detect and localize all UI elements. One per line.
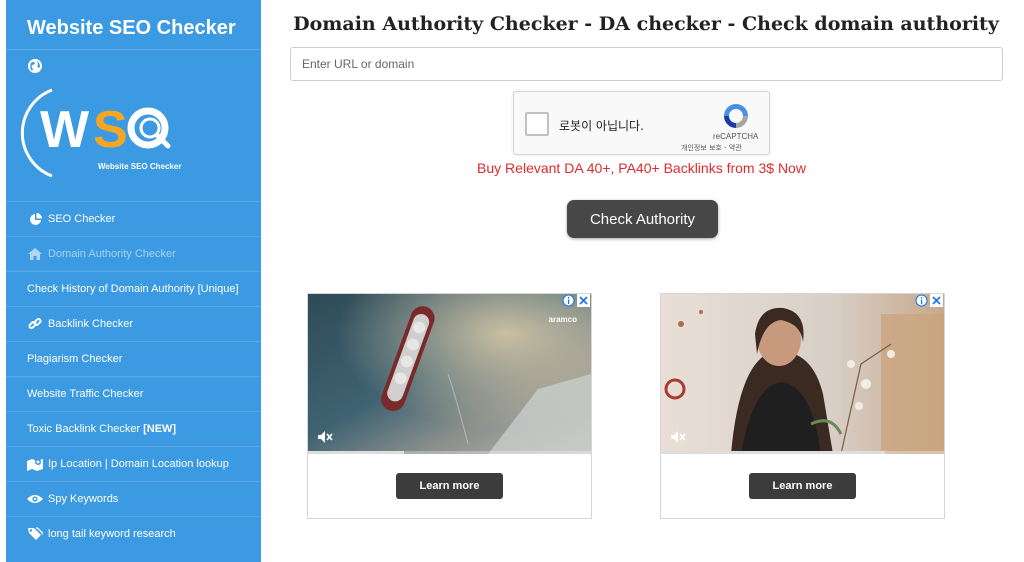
site-brand-link[interactable]: Website SEO Checker [6, 0, 261, 50]
new-badge: [NEW] [143, 423, 177, 435]
recaptcha-checkbox[interactable] [525, 112, 549, 136]
sidebar: Website SEO Checker W S Website SEO Chec… [6, 0, 261, 562]
home-icon [27, 247, 43, 261]
ad-brand: aramco [548, 315, 577, 324]
globe-icon[interactable] [27, 58, 43, 74]
sidebar-item-label: Toxic Backlink Checker [27, 423, 141, 435]
sidebar-item-ip-location[interactable]: Ip Location | Domain Location lookup [6, 446, 261, 481]
sidebar-item-label: Spy Keywords [48, 493, 119, 505]
page: Website SEO Checker W S Website SEO Chec… [0, 0, 1024, 562]
location-icon [27, 457, 43, 471]
eye-icon [27, 492, 43, 506]
sidebar-item-toxic-backlink[interactable]: Toxic Backlink Checker [NEW] [6, 411, 261, 446]
recaptcha-widget: 로봇이 아닙니다. reCAPTCHA 개인정보 보호 - 약관 [513, 91, 770, 155]
svg-text:S: S [93, 101, 128, 159]
learn-more-button[interactable]: Learn more [749, 473, 856, 499]
tags-icon [27, 527, 43, 541]
ad-card[interactable]: Learn more [660, 293, 945, 519]
recaptcha-brand: reCAPTCHA [713, 132, 759, 141]
sidebar-nav: SEO Checker Domain Authority Checker Che… [6, 201, 261, 551]
sidebar-item-label: Website Traffic Checker [27, 388, 144, 400]
ad-info-icon[interactable] [915, 294, 928, 307]
sidebar-item-label: long tail keyword research [48, 528, 176, 540]
pie-chart-icon [27, 212, 43, 226]
sidebar-item-label: Check History of Domain Authority [Uniqu… [27, 283, 239, 295]
svg-text:W: W [40, 101, 90, 159]
sidebar-item-label: Plagiarism Checker [27, 353, 123, 365]
check-authority-button[interactable]: Check Authority [567, 200, 718, 238]
mute-icon[interactable] [670, 430, 686, 444]
recaptcha-links[interactable]: 개인정보 보호 - 약관 [681, 143, 742, 153]
woman-flowers-image [661, 294, 944, 454]
sidebar-item-traffic[interactable]: Website Traffic Checker [6, 376, 261, 411]
sidebar-item-long-tail[interactable]: long tail keyword research [6, 516, 261, 551]
ad-image[interactable]: aramco [308, 294, 591, 454]
sidebar-item-seo-checker[interactable]: SEO Checker [6, 201, 261, 236]
ad-info-icon[interactable] [562, 294, 575, 307]
sidebar-item-domain-authority[interactable]: Domain Authority Checker [6, 236, 261, 271]
sidebar-item-backlink-checker[interactable]: Backlink Checker [6, 306, 261, 341]
page-title: Domain Authority Checker - DA checker - … [293, 13, 999, 35]
ad-progress-bar [661, 451, 944, 454]
sidebar-item-label: Backlink Checker [48, 318, 133, 330]
sidebar-item-plagiarism[interactable]: Plagiarism Checker [6, 341, 261, 376]
logo-caption: Website SEO Checker [98, 162, 182, 171]
link-icon [27, 317, 43, 331]
learn-more-button[interactable]: Learn more [396, 473, 503, 499]
ad-close-icon[interactable] [930, 294, 943, 307]
ad-image[interactable] [661, 294, 944, 454]
sidebar-item-label: Ip Location | Domain Location lookup [48, 458, 229, 470]
mute-icon[interactable] [317, 430, 333, 444]
ad-close-icon[interactable] [577, 294, 590, 307]
sidebar-item-label: Domain Authority Checker [48, 248, 176, 260]
url-input[interactable] [290, 47, 1003, 81]
promo-link[interactable]: Buy Relevant DA 40+, PA40+ Backlinks fro… [290, 160, 993, 176]
ad-progress-fill [308, 451, 405, 454]
ad-progress-fill [661, 451, 885, 454]
sidebar-item-da-history[interactable]: Check History of Domain Authority [Uniqu… [6, 271, 261, 306]
sidebar-item-label: SEO Checker [48, 213, 116, 225]
ad-card[interactable]: aramco Learn more [307, 293, 592, 519]
ad-progress-bar [308, 451, 591, 454]
sidebar-item-spy-keywords[interactable]: Spy Keywords [6, 481, 261, 516]
recaptcha-label: 로봇이 아닙니다. [559, 119, 644, 133]
recaptcha-icon [724, 104, 748, 128]
